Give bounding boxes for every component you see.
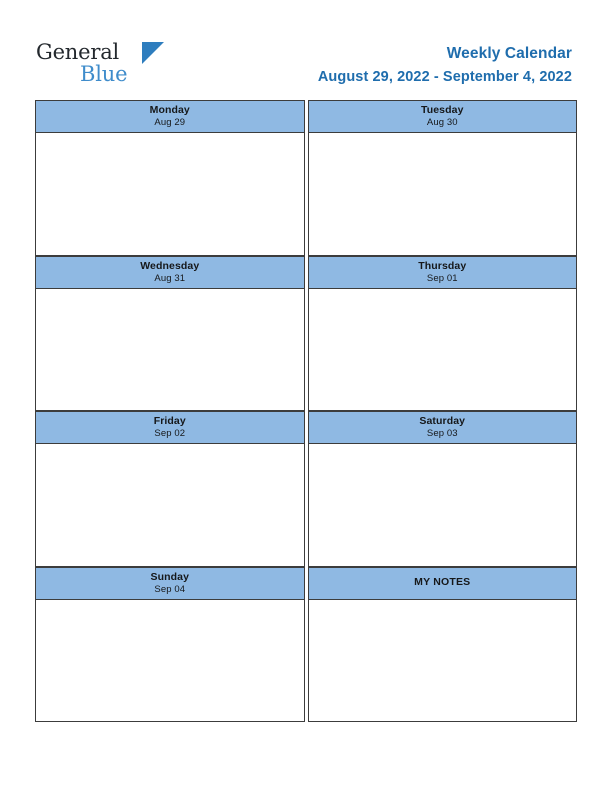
day-name: Tuesday — [420, 104, 464, 116]
calendar-cell-wednesday: Wednesday Aug 31 — [35, 255, 305, 411]
day-name: Monday — [149, 104, 190, 116]
cell-header: Monday Aug 29 — [35, 100, 305, 133]
logo-triangle-icon — [142, 42, 164, 64]
day-notes-area[interactable] — [307, 133, 577, 256]
calendar-cell-thursday: Thursday Sep 01 — [307, 255, 577, 411]
my-notes-label: MY NOTES — [414, 576, 471, 589]
date-range: August 29, 2022 - September 4, 2022 — [317, 69, 572, 85]
logo-text-general: General — [36, 40, 120, 64]
day-name: Saturday — [419, 415, 466, 427]
calendar-grid: Monday Aug 29 Tuesday Aug 30 Wednesday A… — [35, 100, 577, 722]
day-name: Friday — [153, 415, 186, 427]
calendar-cell-friday: Friday Sep 02 — [35, 411, 305, 567]
day-date: Sep 04 — [154, 583, 186, 595]
cell-header: Friday Sep 02 — [35, 411, 305, 444]
day-notes-area[interactable] — [35, 444, 305, 567]
day-notes-area[interactable] — [35, 133, 305, 256]
day-name: Thursday — [418, 259, 467, 272]
day-date: Aug 31 — [154, 272, 186, 284]
cell-header: Wednesday Aug 31 — [35, 255, 305, 289]
cell-header: Sunday Sep 04 — [35, 566, 305, 600]
day-notes-area[interactable] — [307, 444, 577, 567]
page-title: Weekly Calendar — [446, 45, 572, 62]
cell-header: Thursday Sep 01 — [307, 255, 577, 289]
day-name: Sunday — [150, 570, 190, 583]
day-notes-area[interactable] — [307, 288, 577, 411]
cell-header: Saturday Sep 03 — [307, 411, 577, 444]
day-date: Aug 29 — [154, 117, 186, 129]
day-date: Aug 30 — [426, 117, 458, 129]
weekly-calendar-page: General Blue Weekly Calendar August 29, … — [0, 0, 612, 792]
day-name: Wednesday — [140, 259, 200, 272]
day-notes-area[interactable] — [35, 288, 305, 411]
my-notes-area[interactable] — [307, 599, 577, 722]
general-blue-logo: General Blue — [36, 40, 186, 88]
cell-header: MY NOTES — [307, 566, 577, 600]
title-block: Weekly Calendar August 29, 2022 - Septem… — [318, 44, 572, 88]
logo-text-blue: Blue — [80, 62, 128, 86]
calendar-cell-monday: Monday Aug 29 — [35, 100, 305, 256]
calendar-cell-sunday: Sunday Sep 04 — [35, 566, 305, 722]
cell-header: Tuesday Aug 30 — [307, 100, 577, 133]
page-header: General Blue Weekly Calendar August 29, … — [0, 0, 612, 100]
day-date: Sep 02 — [154, 428, 186, 440]
calendar-cell-saturday: Saturday Sep 03 — [307, 411, 577, 567]
calendar-cell-tuesday: Tuesday Aug 30 — [307, 100, 577, 256]
day-date: Sep 01 — [426, 272, 458, 284]
calendar-cell-my-notes: MY NOTES — [307, 566, 577, 722]
day-date: Sep 03 — [426, 428, 458, 440]
day-notes-area[interactable] — [35, 599, 305, 722]
